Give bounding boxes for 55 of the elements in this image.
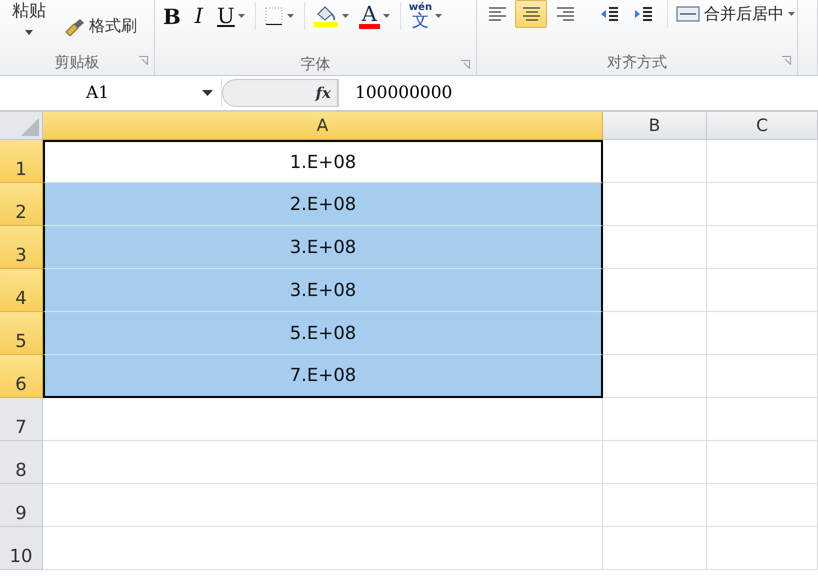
text-align-icon (522, 6, 540, 22)
name-box[interactable]: A1 (0, 79, 222, 107)
column-header[interactable]: B (603, 112, 707, 140)
group-label: 对齐方式 (607, 53, 667, 72)
table-cell: 2.E+08 (43, 183, 603, 226)
row-header[interactable]: 5 (0, 312, 43, 355)
text-align-icon (488, 6, 506, 22)
table-cell: 5.E+08 (43, 312, 603, 355)
dialog-launcher-icon[interactable] (461, 60, 470, 69)
caret-icon[interactable] (435, 14, 442, 18)
phonetic-guide-button[interactable]: wén 文 (400, 2, 446, 30)
row-header[interactable]: 9 (0, 484, 43, 527)
caret-icon[interactable] (342, 14, 349, 18)
font-color-button[interactable]: A (354, 2, 394, 30)
column-header[interactable]: A (43, 112, 603, 140)
align-center-button[interactable] (515, 0, 547, 28)
text-align-icon (556, 6, 574, 22)
indent-icon (634, 6, 652, 22)
row-header[interactable]: 8 (0, 441, 43, 484)
row-header[interactable]: 6 (0, 355, 43, 398)
merge-cells-icon (676, 6, 700, 22)
table-cell: 3.E+08 (43, 269, 603, 312)
table-cell: 3.E+08 (43, 226, 603, 269)
table-cell: 1.E+08 (43, 140, 603, 183)
group-label: 剪贴板 (54, 53, 100, 72)
row-header[interactable]: 10 (0, 527, 43, 570)
merge-center-button[interactable]: 合并后居中 (667, 0, 799, 28)
insert-function-button[interactable]: fx (222, 79, 338, 107)
formula-field[interactable]: 100000000 (338, 79, 818, 107)
caret-icon[interactable] (788, 12, 795, 16)
underline-button[interactable]: U (213, 2, 249, 30)
italic-button[interactable]: I (186, 2, 212, 30)
caret-icon[interactable] (202, 90, 213, 96)
table-cell: 7.E+08 (43, 355, 603, 398)
row-header[interactable]: 2 (0, 183, 43, 226)
paint-bucket-icon (312, 4, 339, 28)
dialog-launcher-icon[interactable] (139, 56, 148, 65)
caret-icon[interactable] (382, 14, 390, 18)
caret-icon[interactable] (25, 30, 33, 35)
brush-icon (64, 18, 86, 36)
bold-button[interactable]: B (159, 2, 185, 30)
group-label: 字体 (300, 55, 330, 74)
row-header[interactable]: 3 (0, 226, 43, 269)
row-header[interactable]: 1 (0, 140, 43, 183)
paste-label[interactable]: 粘贴 (12, 0, 46, 22)
column-header[interactable]: C (707, 112, 818, 140)
triangle-icon (19, 118, 39, 136)
format-painter-button[interactable]: 格式刷 (64, 16, 137, 37)
row-header[interactable]: 7 (0, 398, 43, 441)
row-header[interactable]: 4 (0, 269, 43, 312)
caret-icon[interactable] (286, 14, 294, 18)
caret-icon[interactable] (238, 14, 245, 18)
indent-icon (600, 6, 618, 22)
border-icon (264, 6, 284, 26)
dialog-launcher-icon[interactable] (782, 56, 791, 65)
